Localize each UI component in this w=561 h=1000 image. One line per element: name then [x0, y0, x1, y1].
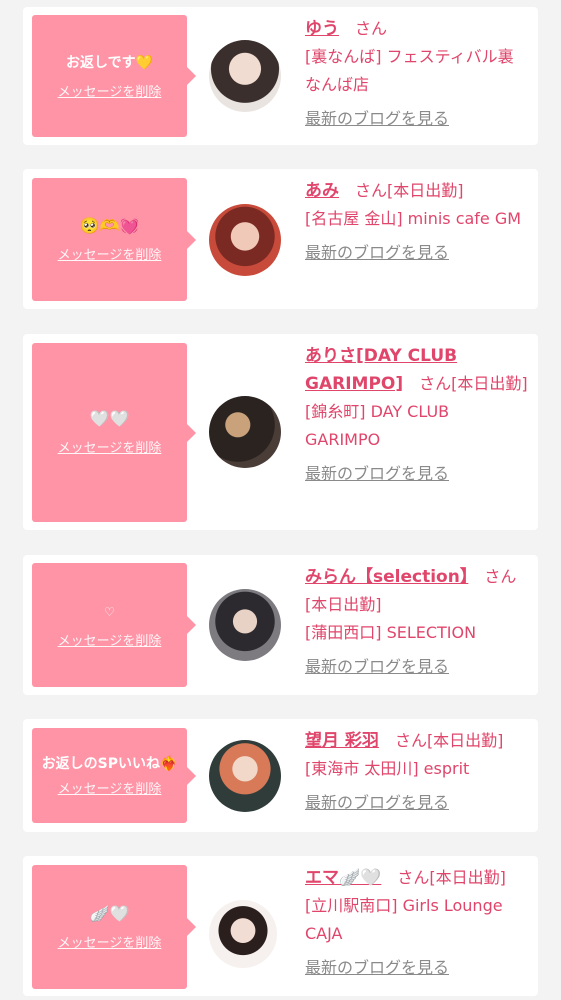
message-card: お返しです💛 メッセージを削除 ゆう さん [裏なんば] フェスティバル裏なんば… [23, 7, 538, 145]
message-card: 🤍🤍 メッセージを削除 ありさ[DAY CLUB GARIMPO] さん[本日出… [23, 334, 538, 530]
message-bubble: 🪽🤍 メッセージを削除 [32, 865, 196, 989]
shop-name: [名古屋 金山] minis cafe GM [305, 209, 522, 228]
latest-blog-link[interactable]: 最新のブログを見る [305, 105, 528, 133]
delete-message-link[interactable]: メッセージを削除 [58, 932, 162, 951]
cast-name-link[interactable]: ゆう [305, 19, 339, 39]
message-bubble: 🤍🤍 メッセージを削除 [32, 343, 196, 522]
message-text: お返しです💛 [65, 54, 153, 71]
shop-name: [蒲田西口] SELECTION [305, 623, 477, 642]
latest-blog-link[interactable]: 最新のブログを見る [305, 954, 528, 982]
card-info: みらん【selection】 さん[本日出勤] [蒲田西口] SELECTION… [305, 563, 528, 681]
avatar[interactable] [209, 740, 281, 812]
delete-message-link[interactable]: メッセージを削除 [58, 630, 162, 649]
delete-message-link[interactable]: メッセージを削除 [58, 437, 162, 456]
avatar[interactable] [209, 900, 277, 968]
cast-name-link[interactable]: あみ [305, 181, 339, 201]
message-card: 🥺🫶💓 メッセージを削除 あみ さん[本日出勤] [名古屋 金山] minis … [23, 169, 538, 309]
message-text: 🥺🫶💓 [79, 216, 140, 235]
card-info: ゆう さん [裏なんば] フェスティバル裏なんば店 最新のブログを見る [305, 15, 528, 133]
message-text: 🤍🤍 [89, 409, 130, 428]
latest-blog-link[interactable]: 最新のブログを見る [305, 789, 528, 817]
card-info: エマ🪽🤍 さん[本日出勤] [立川駅南口] Girls Lounge CAJA … [305, 864, 528, 982]
card-info: 望月 彩羽 さん[本日出勤] [東海市 太田川] esprit 最新のブログを見… [305, 727, 528, 817]
cast-name-link[interactable]: 望月 彩羽 [305, 731, 379, 751]
cast-name-link[interactable]: みらん【selection】 [305, 567, 468, 587]
delete-message-link[interactable]: メッセージを削除 [58, 778, 162, 797]
message-card: ♡ メッセージを削除 みらん【selection】 さん[本日出勤] [蒲田西口… [23, 555, 538, 695]
avatar[interactable] [209, 204, 281, 276]
card-info: ありさ[DAY CLUB GARIMPO] さん[本日出勤] [錦糸町] DAY… [305, 342, 528, 488]
message-bubble: 🥺🫶💓 メッセージを削除 [32, 178, 196, 301]
latest-blog-link[interactable]: 最新のブログを見る [305, 460, 528, 488]
shop-name: [立川駅南口] Girls Lounge CAJA [305, 896, 503, 943]
latest-blog-link[interactable]: 最新のブログを見る [305, 239, 528, 267]
shop-name: [錦糸町] DAY CLUB GARIMPO [305, 402, 450, 449]
shop-name: [裏なんば] フェスティバル裏なんば店 [305, 47, 514, 94]
message-bubble: お返しのSPいいね❤️‍🔥 メッセージを削除 [32, 728, 196, 823]
delete-message-link[interactable]: メッセージを削除 [58, 244, 162, 263]
cast-suffix: さん[本日出勤] [397, 868, 506, 887]
cast-suffix: さん [355, 19, 388, 38]
cast-name-link[interactable]: エマ🪽🤍 [305, 868, 381, 888]
avatar[interactable] [209, 40, 281, 112]
cast-suffix: さん[本日出勤] [394, 731, 504, 750]
cast-suffix: さん[本日出勤] [419, 374, 528, 393]
message-card: お返しのSPいいね❤️‍🔥 メッセージを削除 望月 彩羽 さん[本日出勤] [東… [23, 719, 538, 832]
shop-name: [東海市 太田川] esprit [305, 759, 470, 778]
delete-message-link[interactable]: メッセージを削除 [58, 81, 162, 100]
message-bubble: ♡ メッセージを削除 [32, 563, 196, 687]
card-info: あみ さん[本日出勤] [名古屋 金山] minis cafe GM 最新のブロ… [305, 177, 528, 267]
latest-blog-link[interactable]: 最新のブログを見る [305, 653, 528, 681]
avatar[interactable] [209, 589, 281, 661]
message-bubble: お返しです💛 メッセージを削除 [32, 15, 196, 137]
message-text: お返しのSPいいね❤️‍🔥 [41, 756, 178, 772]
avatar[interactable] [209, 396, 281, 468]
cast-suffix: さん[本日出勤] [355, 181, 464, 200]
message-text: ♡ [104, 604, 115, 619]
message-text: 🪽🤍 [89, 903, 130, 923]
message-card: 🪽🤍 メッセージを削除 エマ🪽🤍 さん[本日出勤] [立川駅南口] Girls … [23, 856, 538, 996]
